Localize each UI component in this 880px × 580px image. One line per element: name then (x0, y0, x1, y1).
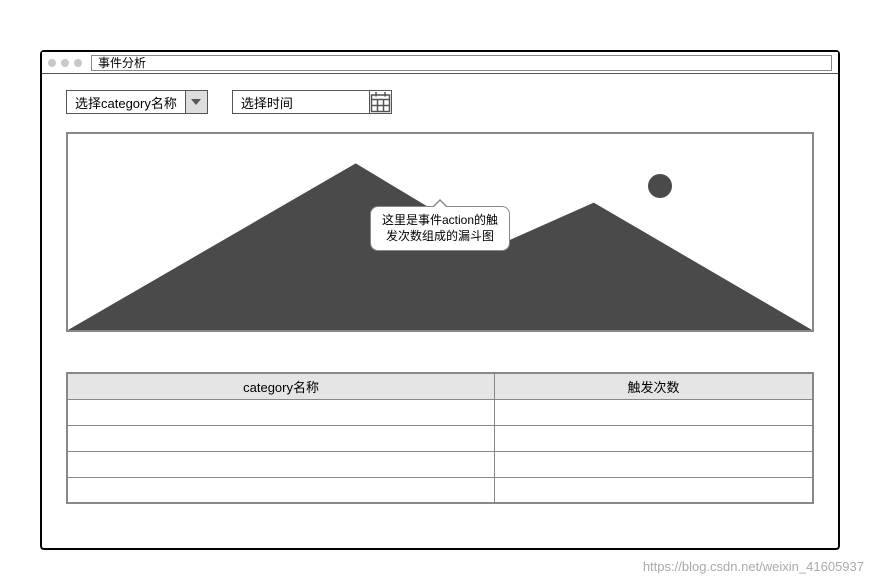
chart-tooltip: 这里是事件action的触发次数组成的漏斗图 (370, 206, 510, 251)
window-dot (74, 59, 82, 67)
titlebar: 事件分析 (42, 52, 838, 74)
content-area: 选择category名称 选择时间 (42, 74, 838, 548)
date-select[interactable]: 选择时间 (232, 90, 392, 114)
window-dot (48, 59, 56, 67)
chevron-down-icon (191, 97, 201, 107)
table-header-count: 触发次数 (495, 373, 813, 399)
table-header-category: category名称 (67, 373, 495, 399)
app-window: 事件分析 选择category名称 选择时间 (40, 50, 840, 550)
chart-placeholder: 这里是事件action的触发次数组成的漏斗图 (66, 132, 814, 332)
table-row (67, 477, 813, 503)
window-title-field[interactable]: 事件分析 (91, 55, 832, 71)
calendar-button[interactable] (369, 91, 391, 113)
date-select-label: 选择时间 (233, 91, 369, 113)
window-title: 事件分析 (98, 56, 146, 70)
calendar-icon (370, 92, 391, 113)
table-row (67, 451, 813, 477)
data-table: category名称 触发次数 (66, 372, 814, 504)
dropdown-button[interactable] (185, 91, 207, 113)
source-url: https://blog.csdn.net/weixin_41605937 (643, 559, 864, 574)
chart-tooltip-text: 这里是事件action的触发次数组成的漏斗图 (382, 213, 498, 243)
window-dot (61, 59, 69, 67)
category-select[interactable]: 选择category名称 (66, 90, 208, 114)
sun-shape (648, 174, 672, 198)
controls-row: 选择category名称 选择时间 (66, 90, 814, 114)
table-body (67, 399, 813, 503)
category-select-label: 选择category名称 (67, 91, 185, 113)
table-row (67, 425, 813, 451)
table-header-row: category名称 触发次数 (67, 373, 813, 399)
table-row (67, 399, 813, 425)
